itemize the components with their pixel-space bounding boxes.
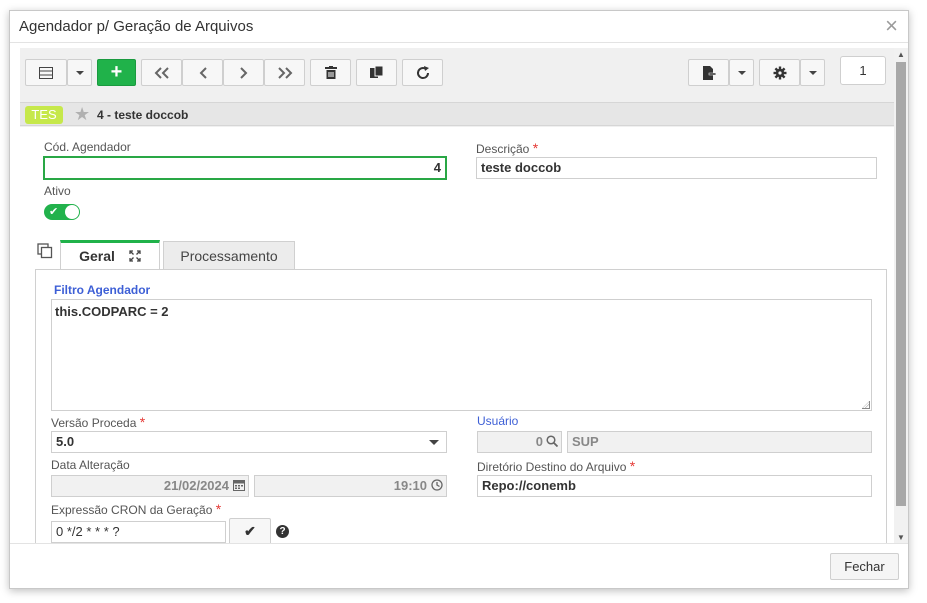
dialog-header: Agendador p/ Geração de Arquivos × [10,11,908,43]
vertical-scrollbar[interactable]: ▲ ▼ [894,48,908,545]
usuario-label: Usuário [477,414,519,428]
data-alteracao-label: Data Alteração [51,458,130,472]
descricao-input[interactable]: teste doccob [476,157,877,179]
clock-icon [431,479,443,491]
cron-label: Expressão CRON da Geração * [51,501,222,517]
diretorio-label: Diretório Destino do Arquivo * [477,458,636,474]
ativo-toggle[interactable]: ✔ [44,204,80,220]
export-dropdown-button[interactable] [729,59,754,86]
chevron-down-icon [429,440,439,445]
add-button[interactable]: + [97,59,136,86]
toolbar: + 1 [25,56,889,86]
first-icon [154,66,169,79]
previous-icon [199,66,207,79]
tab-panel-geral: Filtro Agendador this.CODPARC = 2 Versão… [35,269,887,545]
first-record-button[interactable] [141,59,182,86]
gear-icon [773,66,786,79]
tab-geral[interactable]: Geral [60,240,160,269]
filtro-agendador-textarea[interactable]: this.CODPARC = 2 [51,299,872,411]
fechar-button[interactable]: Fechar [830,553,899,580]
record-title: 4 - teste doccob [97,108,189,122]
tab-processamento[interactable]: Processamento [163,241,295,270]
copy-icon[interactable] [37,243,53,262]
data-alteracao-input: 21/02/2024 [51,475,249,497]
check-icon: ✔ [244,523,256,539]
export-button[interactable] [688,59,729,86]
record-bar: TES ★ 4 - teste doccob [20,102,894,126]
versao-proceda-label: Versão Proceda * [51,414,146,430]
star-icon[interactable]: ★ [74,104,90,124]
cron-input[interactable]: 0 */2 * * * ? [51,521,226,543]
form-area: Cód. Agendador 4 Descrição * teste docco… [20,127,894,545]
usuario-code-input[interactable]: 0 [477,431,562,453]
cod-agendador-input[interactable]: 4 [43,156,447,180]
search-icon[interactable] [546,435,558,447]
last-record-button[interactable] [264,59,305,86]
expand-icon[interactable] [129,250,141,262]
validate-cron-button[interactable]: ✔ [229,518,271,545]
scroll-up-icon[interactable]: ▲ [894,48,908,62]
next-icon [239,66,247,79]
check-icon: ✔ [49,206,59,218]
scroll-thumb[interactable] [896,62,906,506]
grid-view-icon [39,66,53,79]
calendar-icon [233,480,245,491]
required-mark: * [139,414,146,430]
required-mark: * [532,140,539,156]
ativo-label: Ativo [44,184,71,198]
export-icon [702,65,716,80]
diretorio-input[interactable]: Repo://conemb [477,475,872,497]
help-icon[interactable]: ? [276,525,289,538]
settings-dropdown-button[interactable] [800,59,825,86]
duplicate-button[interactable] [356,59,397,86]
descricao-label: Descrição * [476,140,539,156]
cod-agendador-label: Cód. Agendador [44,140,131,154]
refresh-button[interactable] [402,59,443,86]
chevron-down-icon [808,70,817,75]
resize-handle[interactable] [862,401,870,409]
dialog-title: Agendador p/ Geração de Arquivos [19,18,254,35]
toggle-knob [65,205,79,219]
refresh-icon [416,65,429,79]
view-dropdown-button[interactable] [67,59,92,86]
grid-view-button[interactable] [25,59,67,86]
dialog-footer: Fechar [10,543,908,588]
trash-icon [324,66,337,79]
duplicate-icon [369,66,383,78]
required-mark: * [629,458,636,474]
close-icon[interactable]: × [885,14,898,38]
add-icon: + [110,61,123,83]
next-record-button[interactable] [223,59,264,86]
delete-button[interactable] [310,59,351,86]
chevron-down-icon [737,70,746,75]
dialog-body: + 1 TES ★ 4 - teste doccob Cód. Agendado… [20,48,894,545]
previous-record-button[interactable] [182,59,223,86]
last-icon [277,66,292,79]
required-mark: * [215,501,222,517]
versao-proceda-select[interactable]: 5.0 [51,431,447,453]
usuario-name-input: SUP [567,431,872,453]
filtro-agendador-label: Filtro Agendador [54,283,151,297]
page-number[interactable]: 1 [840,56,886,85]
chevron-down-icon [75,70,84,75]
environment-badge: TES [25,106,63,124]
settings-button[interactable] [759,59,800,86]
dialog: Agendador p/ Geração de Arquivos × + 1 T… [9,10,909,589]
hora-alteracao-input: 19:10 [254,475,447,497]
